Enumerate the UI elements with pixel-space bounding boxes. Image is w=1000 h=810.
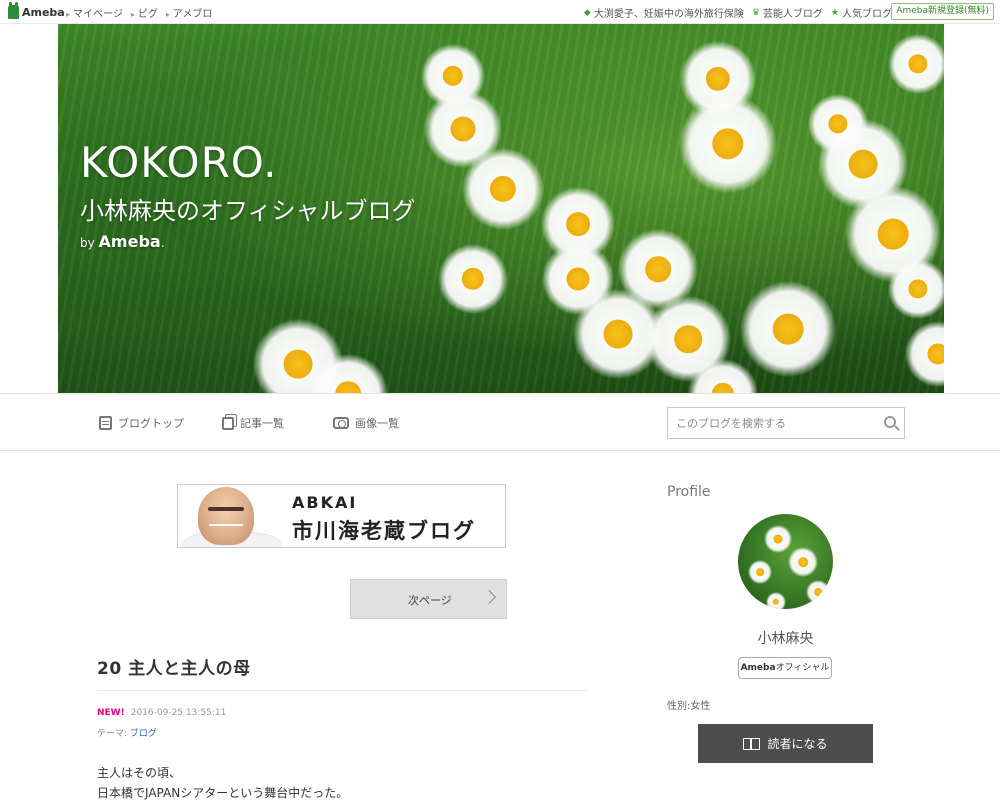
- entry-meta: NEW! 2016-09-25 13:55:11: [97, 708, 226, 718]
- daisy-center: [283, 349, 313, 379]
- nav-blog-top[interactable]: ブログトップ: [99, 415, 184, 431]
- daisy-flower: [748, 560, 772, 584]
- star-icon: ★: [830, 7, 839, 18]
- theme-prefix: テーマ:: [97, 729, 128, 739]
- ameba-logo[interactable]: Ameba: [8, 2, 65, 20]
- badge-brand: Ameba: [740, 663, 776, 673]
- banner-portrait: [198, 487, 254, 545]
- entry-datetime: 2016-09-25 13:55:11: [130, 708, 227, 718]
- daisy-flower: [806, 580, 830, 604]
- nav-entry-list-label: 記事一覧: [240, 417, 284, 430]
- book-icon: [743, 737, 761, 750]
- doc-icon: [99, 416, 112, 430]
- become-reader-button[interactable]: 読者になる: [698, 724, 873, 763]
- official-badge: Amebaオフィシャル: [738, 657, 832, 679]
- by-text: by: [80, 236, 95, 250]
- entry-body: 主人はその頃、 日本橋でJAPANシアターという舞台中だった。: [97, 763, 348, 803]
- daisy-center: [927, 343, 944, 365]
- daisy-center: [756, 568, 764, 576]
- nav-link-pigg[interactable]: ピグ: [131, 5, 158, 20]
- register-button[interactable]: Ameba新規登録(無料): [891, 3, 994, 20]
- daisy-center: [566, 212, 590, 236]
- daisy-center: [645, 256, 671, 282]
- theme-link[interactable]: ブログ: [130, 729, 157, 739]
- nav-blog-top-label: ブログトップ: [118, 417, 184, 430]
- nav-image-list[interactable]: 画像一覧: [333, 415, 399, 431]
- daisy-flower: [462, 148, 544, 230]
- badge-suffix: オフィシャル: [775, 663, 830, 673]
- blog-search: [667, 407, 905, 439]
- daisy-center: [798, 557, 808, 567]
- global-nav-left: マイページ ピグ アメブロ: [66, 5, 212, 20]
- by-brand: Ameba: [98, 232, 161, 251]
- daisy-flower: [888, 34, 944, 94]
- daisy-center: [450, 116, 476, 142]
- banner-line1: ABKAI: [292, 493, 358, 512]
- daisy-flower: [888, 259, 944, 319]
- daisy-center: [848, 149, 878, 179]
- camera-icon: [333, 417, 349, 429]
- blog-search-input[interactable]: [668, 408, 873, 438]
- become-reader-label: 読者になる: [767, 737, 828, 751]
- new-badge: NEW!: [97, 708, 125, 718]
- nav-link-celebrity-blog-label: 芸能人ブログ: [762, 9, 823, 20]
- daisy-center: [603, 319, 633, 349]
- nav-link-celebrity-blog[interactable]: ♛ 芸能人ブログ: [751, 5, 823, 21]
- blog-title-en[interactable]: KOKORO.: [80, 138, 278, 187]
- nav-link-popular-blog[interactable]: ★ 人気ブログ: [830, 5, 892, 21]
- profile-gender: 性別:女性: [667, 701, 711, 712]
- profile-heading: Profile: [667, 484, 711, 500]
- search-icon[interactable]: [884, 416, 896, 428]
- entry-line: 日本橋でJAPANシアターという舞台中だった。: [97, 786, 349, 800]
- entry-line: 主人はその頃、: [97, 766, 182, 780]
- daisy-center: [772, 313, 804, 345]
- by-ameba: by Ameba.: [80, 232, 165, 251]
- next-page-button[interactable]: 次ページ: [350, 579, 507, 619]
- nav-link-ad[interactable]: ◆ 大渕愛子、妊娠中の海外旅行保険: [583, 5, 744, 21]
- bullet-icon: ◆: [583, 7, 591, 18]
- daisy-flower: [679, 95, 777, 193]
- chevron-right-icon: [481, 589, 497, 605]
- next-page-label: 次ページ: [408, 594, 452, 607]
- daisy-flower: [740, 281, 836, 377]
- nav-link-ad-label: 大渕愛子、妊娠中の海外旅行保険: [593, 9, 744, 20]
- daisy-center: [773, 534, 783, 544]
- profile-name[interactable]: 小林麻央: [738, 628, 833, 648]
- daisy-flower: [438, 244, 508, 314]
- nav-link-popular-blog-label: 人気ブログ: [842, 9, 892, 20]
- daisy-center: [566, 267, 590, 291]
- daisy-center: [877, 218, 909, 250]
- blog-title-jp[interactable]: 小林麻央のオフィシャルブログ: [80, 191, 416, 226]
- title-divider: [97, 690, 587, 691]
- ameba-logo-text: Ameba: [22, 5, 65, 19]
- banner-line2: 市川海老蔵ブログ: [292, 519, 476, 543]
- daisy-center: [814, 588, 822, 596]
- nav-link-ameblo[interactable]: アメブロ: [166, 5, 213, 20]
- ameba-logo-icon: [8, 2, 19, 19]
- daisy-flower: [808, 94, 868, 154]
- abkai-banner[interactable]: ABKAI 市川海老蔵ブログ: [177, 484, 506, 548]
- nav-entry-list[interactable]: 記事一覧: [222, 415, 284, 431]
- global-nav-right: ◆ 大渕愛子、妊娠中の海外旅行保険 ♛ 芸能人ブログ ★ 人気ブログ: [583, 5, 892, 21]
- nav-image-list-label: 画像一覧: [355, 417, 399, 430]
- nav-link-mypage[interactable]: マイページ: [66, 5, 123, 20]
- blog-nav: ブログトップ 記事一覧 画像一覧: [0, 393, 1000, 451]
- blog-header-image: KOKORO. 小林麻央のオフィシャルブログ by Ameba.: [58, 24, 944, 393]
- entry-theme: テーマ: ブログ: [97, 726, 157, 739]
- daisy-flower: [788, 547, 818, 577]
- global-header: Ameba マイページ ピグ アメブロ ◆ 大渕愛子、妊娠中の海外旅行保険 ♛ …: [0, 0, 1000, 24]
- daisy-center: [674, 325, 702, 353]
- daisy-flower: [764, 525, 792, 553]
- entry-title[interactable]: 20 主人と主人の母: [97, 654, 251, 679]
- daisy-flower: [766, 592, 786, 609]
- crown-icon: ♛: [751, 7, 760, 18]
- profile-avatar[interactable]: [738, 514, 833, 609]
- copy-icon: [222, 416, 234, 430]
